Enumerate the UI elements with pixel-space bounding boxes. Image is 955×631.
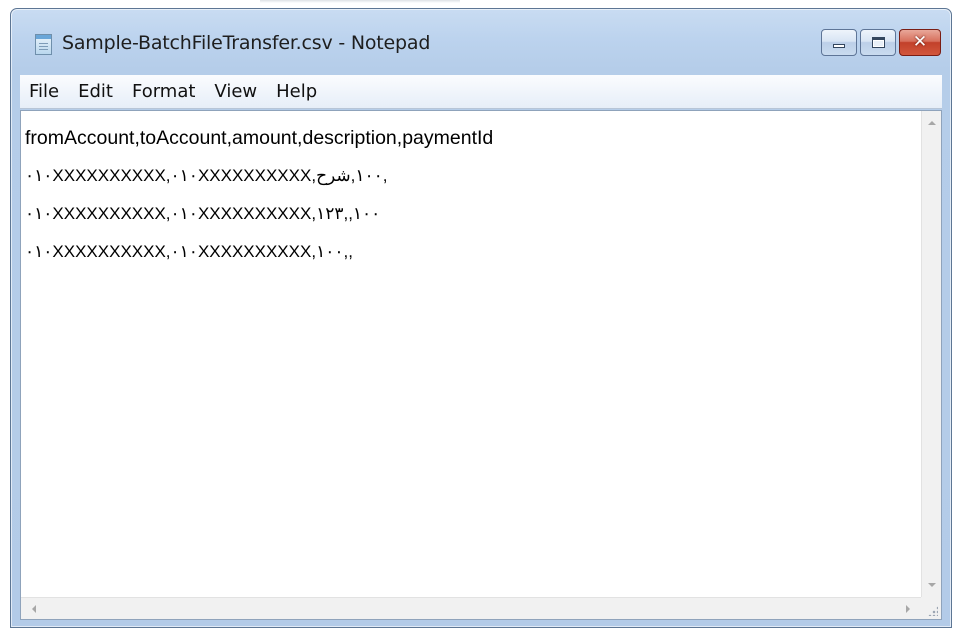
- background-window-edge: [260, 0, 460, 3]
- maximize-icon: [871, 37, 885, 48]
- text-line: ٠١٠XXXXXXXXXX,٠١٠XXXXXXXXXX,١٠٠,شرح,: [25, 166, 388, 185]
- scroll-down-icon[interactable]: [928, 583, 936, 587]
- horizontal-scrollbar[interactable]: [21, 597, 921, 619]
- editor-text-area[interactable]: fromAccount,toAccount,amount,description…: [21, 111, 921, 597]
- text-line: ٠١٠XXXXXXXXXX,٠١٠XXXXXXXXXX,١٠٠,,: [25, 242, 353, 261]
- window-title: Sample-BatchFileTransfer.csv - Notepad: [62, 32, 431, 54]
- text-line: ٠١٠XXXXXXXXXX,٠١٠XXXXXXXXXX,١٠٠,,١٢٣: [25, 204, 381, 223]
- text-line-header: fromAccount,toAccount,amount,description…: [25, 127, 494, 149]
- minimize-button[interactable]: [821, 29, 857, 56]
- notepad-window[interactable]: Sample-BatchFileTransfer.csv - Notepad ✕…: [10, 8, 952, 628]
- maximize-button[interactable]: [860, 29, 896, 56]
- menu-help[interactable]: Help: [267, 75, 327, 109]
- menu-edit[interactable]: Edit: [69, 75, 123, 109]
- menu-file[interactable]: File: [20, 75, 69, 109]
- title-bar[interactable]: Sample-BatchFileTransfer.csv - Notepad ✕: [11, 9, 951, 73]
- caption-buttons: ✕: [821, 29, 941, 56]
- notepad-icon[interactable]: [35, 34, 52, 55]
- vertical-scrollbar[interactable]: [921, 111, 941, 597]
- menu-view[interactable]: View: [205, 75, 267, 109]
- menu-format[interactable]: Format: [123, 75, 205, 109]
- menu-bar: File Edit Format View Help: [20, 75, 942, 109]
- scroll-right-icon[interactable]: [906, 605, 910, 613]
- resize-grip-icon[interactable]: [928, 606, 938, 616]
- scroll-up-icon[interactable]: [928, 121, 936, 125]
- close-icon: ✕: [912, 32, 928, 52]
- text-editor[interactable]: fromAccount,toAccount,amount,description…: [20, 110, 942, 620]
- scroll-left-icon[interactable]: [32, 605, 36, 613]
- scrollbar-corner: [921, 597, 941, 619]
- minimize-icon: [833, 44, 845, 48]
- close-button[interactable]: ✕: [899, 29, 941, 56]
